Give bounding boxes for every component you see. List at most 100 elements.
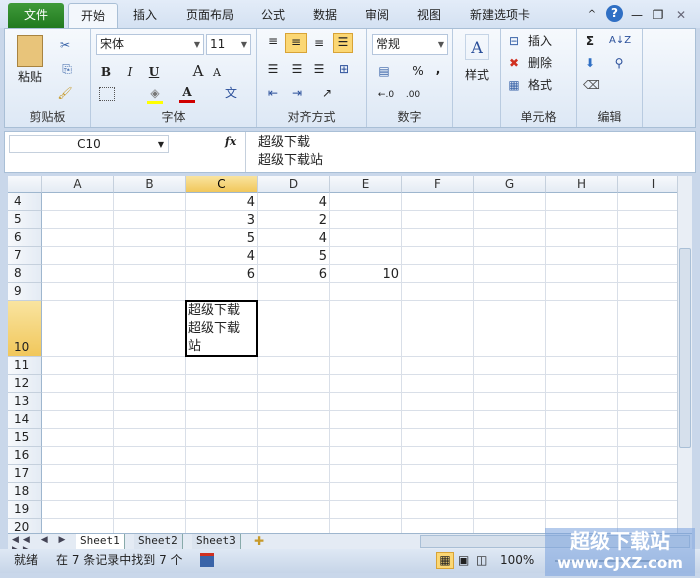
cell-D6[interactable]: 4: [258, 230, 330, 247]
find-select-icon[interactable]: ⚲: [609, 55, 629, 71]
row-header-10[interactable]: 10: [8, 301, 42, 357]
italic-button[interactable]: I: [123, 64, 137, 80]
cell-D8[interactable]: 6: [258, 266, 330, 283]
tab-insert[interactable]: 插入: [124, 3, 166, 28]
cell-C8[interactable]: 6: [186, 266, 258, 283]
cell-D7[interactable]: 5: [258, 248, 330, 265]
vertical-scrollbar[interactable]: [677, 176, 692, 533]
cell-D5[interactable]: 2: [258, 212, 330, 229]
format-cells-button[interactable]: 格式: [525, 77, 555, 93]
cell-D4[interactable]: 4: [258, 194, 330, 211]
sheet-tab-sheet2[interactable]: Sheet2: [134, 534, 183, 549]
row-header-13[interactable]: 13: [8, 393, 42, 411]
format-painter-icon[interactable]: 🖌: [57, 85, 73, 101]
comma-button[interactable]: ,: [433, 61, 443, 77]
insert-function-button[interactable]: fx: [225, 135, 243, 148]
increase-decimal-button[interactable]: ←.0: [373, 87, 399, 103]
grow-font-button[interactable]: A: [191, 63, 205, 79]
column-header-B[interactable]: B: [114, 176, 186, 193]
delete-cells-button[interactable]: 删除: [525, 55, 555, 71]
row-header-11[interactable]: 11: [8, 357, 42, 375]
clear-icon[interactable]: ⌫: [583, 77, 600, 93]
row-header-19[interactable]: 19: [8, 501, 42, 519]
column-header-A[interactable]: A: [42, 176, 114, 193]
wrap-text-icon[interactable]: ☰: [333, 33, 353, 53]
formula-input[interactable]: 超级下载 超级下载站: [245, 132, 695, 172]
align-left-icon[interactable]: ☰: [265, 61, 281, 77]
merge-center-icon[interactable]: ⊞: [335, 61, 353, 77]
styles-icon[interactable]: A: [465, 34, 489, 60]
row-header-15[interactable]: 15: [8, 429, 42, 447]
cell-E8[interactable]: 10: [330, 266, 402, 283]
zoom-level[interactable]: 100%: [500, 549, 534, 571]
minimize-ribbon-icon[interactable]: ^: [585, 3, 599, 28]
scrollbar-thumb[interactable]: [679, 248, 691, 448]
tab-data[interactable]: 数据: [304, 3, 346, 28]
styles-button[interactable]: 样式: [457, 67, 497, 83]
tab-file[interactable]: 文件: [8, 3, 64, 28]
column-header-F[interactable]: F: [402, 176, 474, 193]
row-header-8[interactable]: 8: [8, 265, 42, 283]
align-center-icon[interactable]: ☰: [289, 61, 305, 77]
page-break-view-icon[interactable]: ◫: [476, 549, 492, 571]
help-icon[interactable]: ?: [606, 5, 623, 22]
tab-review[interactable]: 审阅: [356, 3, 398, 28]
tab-page-layout[interactable]: 页面布局: [178, 3, 242, 28]
normal-view-icon[interactable]: ▦: [436, 552, 454, 569]
border-icon[interactable]: [99, 87, 115, 101]
row-header-5[interactable]: 5: [8, 211, 42, 229]
currency-icon[interactable]: ▤: [375, 63, 393, 79]
align-middle-icon[interactable]: ≡: [285, 33, 307, 53]
row-header-18[interactable]: 18: [8, 483, 42, 501]
decrease-decimal-button[interactable]: .00: [401, 87, 425, 103]
select-all-button[interactable]: [8, 176, 42, 193]
paste-button[interactable]: 粘贴: [15, 69, 45, 85]
cell-C7[interactable]: 4: [186, 248, 258, 265]
paste-icon[interactable]: [17, 35, 43, 67]
fill-color-icon[interactable]: ◈: [147, 85, 163, 104]
active-cell-C10[interactable]: 超级下载 超级下载站: [185, 300, 258, 357]
percent-button[interactable]: %: [411, 63, 425, 79]
row-header-12[interactable]: 12: [8, 375, 42, 393]
number-format-select[interactable]: 常规 ▼: [372, 34, 448, 55]
align-bottom-icon[interactable]: ≡: [311, 35, 327, 51]
sheet-tab-sheet3[interactable]: Sheet3: [192, 534, 241, 549]
macro-record-icon[interactable]: [200, 553, 214, 567]
restore-icon[interactable]: ❐: [651, 3, 665, 28]
column-header-C[interactable]: C: [186, 176, 258, 193]
font-size-select[interactable]: 11 ▼: [206, 34, 251, 55]
insert-cells-button[interactable]: 插入: [525, 33, 555, 49]
sheet-tab-sheet1[interactable]: Sheet1: [76, 534, 125, 549]
tab-view[interactable]: 视图: [408, 3, 450, 28]
tab-formulas[interactable]: 公式: [252, 3, 294, 28]
decrease-indent-icon[interactable]: ⇤: [265, 85, 281, 101]
spreadsheet-grid[interactable]: A B C D E F G H I 4 5 6 7 8 9 10 11 12 13 14 15 16 17 18 19 20 4 4 3…: [8, 176, 677, 533]
align-right-icon[interactable]: ☰: [311, 61, 327, 77]
row-header-20[interactable]: 20: [8, 519, 42, 533]
tab-new[interactable]: 新建选项卡: [460, 3, 540, 28]
minimize-icon[interactable]: —: [630, 3, 644, 28]
column-header-D[interactable]: D: [258, 176, 330, 193]
tab-home[interactable]: 开始: [68, 3, 118, 28]
phonetic-button[interactable]: 文: [223, 85, 239, 101]
cell-C4[interactable]: 4: [186, 194, 258, 211]
row-header-17[interactable]: 17: [8, 465, 42, 483]
column-header-E[interactable]: E: [330, 176, 402, 193]
row-header-14[interactable]: 14: [8, 411, 42, 429]
row-header-6[interactable]: 6: [8, 229, 42, 247]
column-header-I[interactable]: I: [618, 176, 677, 193]
copy-icon[interactable]: ⎘: [57, 61, 77, 77]
column-header-H[interactable]: H: [546, 176, 618, 193]
increase-indent-icon[interactable]: ⇥: [289, 85, 305, 101]
row-header-16[interactable]: 16: [8, 447, 42, 465]
underline-button[interactable]: U: [147, 64, 161, 80]
row-header-4[interactable]: 4: [8, 193, 42, 211]
close-icon[interactable]: ✕: [674, 3, 688, 28]
cell-C5[interactable]: 3: [186, 212, 258, 229]
font-name-select[interactable]: 宋体 ▼: [96, 34, 204, 55]
fill-icon[interactable]: ⬇: [583, 55, 597, 71]
cut-icon[interactable]: ✂: [57, 37, 73, 53]
bold-button[interactable]: B: [99, 64, 113, 80]
align-top-icon[interactable]: ≡: [265, 33, 281, 49]
sort-filter-icon[interactable]: A↓Z: [609, 33, 631, 49]
